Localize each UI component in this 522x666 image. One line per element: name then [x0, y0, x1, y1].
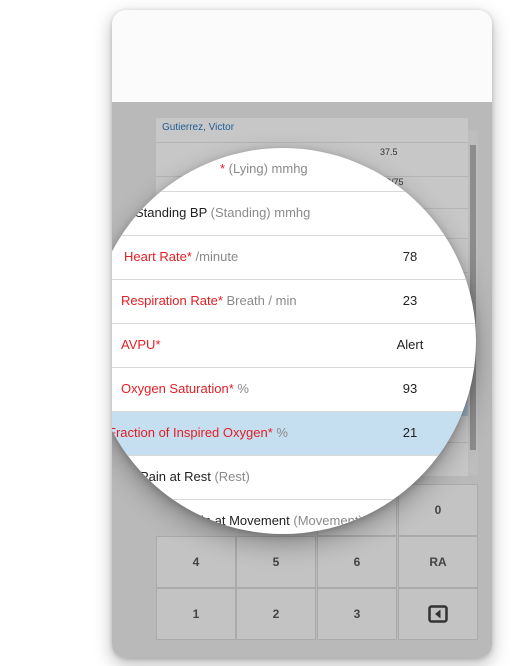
- vital-row-heart-rate[interactable]: Heart Rate* /minute 78: [112, 236, 476, 280]
- vital-unit: Breath / min: [222, 293, 297, 308]
- vital-row-oxygen-saturation[interactable]: Oxygen Saturation* % 93: [112, 368, 476, 412]
- vital-label: Heart Rate: [124, 249, 187, 264]
- key-5[interactable]: 5: [236, 536, 316, 588]
- backspace-icon: [428, 605, 448, 623]
- patient-name-link[interactable]: Gutierrez, Victor: [162, 122, 234, 133]
- vital-row-respiration-rate[interactable]: Respiration Rate* Breath / min 23: [112, 280, 476, 324]
- vital-unit: %: [233, 381, 249, 396]
- vital-unit: (Standing) mmhg: [207, 205, 311, 220]
- vital-value: Alert: [396, 337, 424, 352]
- vital-label: Pain at Rest: [140, 469, 211, 484]
- vital-label: Pain at Movement: [185, 513, 290, 528]
- vital-label: Fraction of Inspired Oxygen: [112, 425, 268, 440]
- vital-unit: (Rest): [210, 469, 250, 484]
- vital-unit: (Lying) mmhg: [225, 161, 308, 176]
- vital-label: Standing BP: [135, 205, 208, 220]
- vital-unit: (Movement): [289, 513, 363, 528]
- vital-value: 21: [402, 425, 418, 440]
- vital-label: AVPU: [121, 337, 156, 352]
- vital-unit: %: [272, 425, 288, 440]
- magnifier-lens: * (Lying) mmhg Standing BP (Standing) mm…: [112, 148, 476, 534]
- vital-row-lying-bp[interactable]: * (Lying) mmhg: [112, 148, 476, 192]
- vital-value: 93: [402, 381, 418, 396]
- vital-row-avpu[interactable]: AVPU* Alert: [112, 324, 476, 368]
- vital-row-fio2-selected[interactable]: Fraction of Inspired Oxygen* % 21: [112, 412, 476, 456]
- key-6[interactable]: 6: [317, 536, 397, 588]
- vital-row-standing-bp[interactable]: Standing BP (Standing) mmhg: [112, 192, 476, 236]
- required-marker: *: [155, 337, 161, 352]
- vital-row-pain-movement[interactable]: Pain at Movement (Movement): [112, 500, 476, 534]
- vital-row-pain-rest[interactable]: Pain at Rest (Rest): [112, 456, 476, 500]
- vital-value: 78: [402, 249, 418, 264]
- background-row-divider: [156, 142, 468, 143]
- key-1[interactable]: 1: [156, 588, 236, 640]
- key-3[interactable]: 3: [317, 588, 397, 640]
- vital-unit: /minute: [191, 249, 239, 264]
- backspace-button[interactable]: [398, 588, 478, 640]
- vital-label: Oxygen Saturation: [121, 381, 229, 396]
- vital-label: Respiration Rate: [121, 293, 218, 308]
- key-4[interactable]: 4: [156, 536, 236, 588]
- key-ra[interactable]: RA: [398, 536, 478, 588]
- vital-value: 23: [402, 293, 418, 308]
- key-2[interactable]: 2: [236, 588, 316, 640]
- top-bar: [112, 10, 492, 102]
- tablet-screen: Gutierrez, Victor 37.5 130/75 78 9 0 4 5…: [112, 10, 492, 658]
